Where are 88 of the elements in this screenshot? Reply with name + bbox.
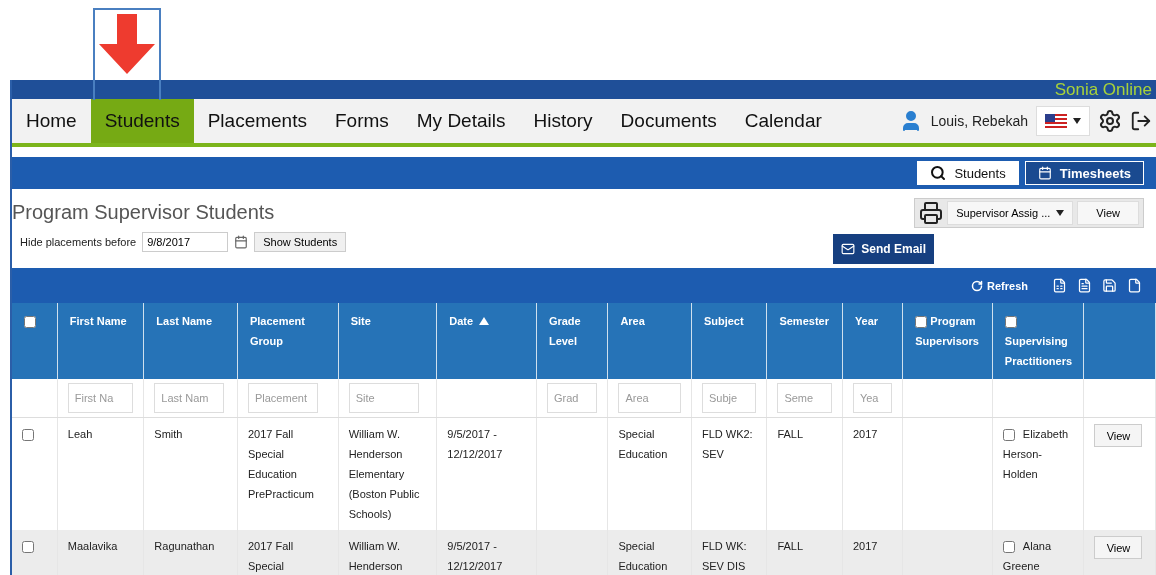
nav-tab[interactable]: Documents <box>606 99 731 143</box>
nav-tab[interactable]: Home <box>12 99 91 143</box>
printer-icon[interactable] <box>919 201 944 225</box>
column-filter-field[interactable]: Site <box>348 383 419 413</box>
column-filter-field[interactable]: Subje <box>701 383 757 413</box>
column-header[interactable]: Supervising Practitioners <box>992 303 1084 379</box>
table-cell: FLD WK2: SEV <box>701 428 753 460</box>
table-cell: 2017 <box>852 540 878 552</box>
column-header[interactable]: Date <box>436 303 537 379</box>
down-arrow-icon <box>97 14 157 74</box>
sort-ascending-icon <box>479 317 490 325</box>
table-cell: Maalavika <box>67 540 118 552</box>
column-header[interactable]: First Name <box>57 303 144 379</box>
nav-tab[interactable]: Forms <box>320 99 403 143</box>
nav-tab[interactable]: My Details <box>402 99 520 143</box>
table-cell: Leah <box>67 428 93 440</box>
column-header[interactable]: Year <box>842 303 903 379</box>
calendar-icon[interactable] <box>234 235 249 249</box>
table-cell: FALL <box>777 428 804 440</box>
select-all-checkbox[interactable] <box>24 316 36 329</box>
column-filter-field[interactable]: Grad <box>546 383 598 413</box>
user-name: Louis, Rebekah <box>930 113 1028 129</box>
filter-label: Hide placements before <box>20 236 137 248</box>
column-checkbox[interactable] <box>1004 316 1017 329</box>
column-header[interactable]: Semester <box>766 303 843 379</box>
language-dropdown[interactable] <box>1036 106 1090 136</box>
column-header[interactable]: Last Name <box>143 303 238 379</box>
logout-icon[interactable] <box>1130 110 1152 132</box>
mail-icon <box>841 242 856 256</box>
table-cell: 2017 <box>852 428 878 440</box>
refresh-icon <box>971 279 984 292</box>
date-field[interactable]: 9/8/2017 <box>142 232 229 252</box>
column-header[interactable]: Area <box>607 303 692 379</box>
table-cell: 2017 Fall Special <box>247 540 294 572</box>
column-filter-field[interactable]: Last Nam <box>154 383 225 413</box>
table-cell: 9/5/2017 - 12/12/2017 <box>447 540 503 572</box>
nav-tab[interactable]: History <box>519 99 607 143</box>
column-header[interactable]: Placement Group <box>237 303 339 379</box>
table-cell: Alana Greene <box>1002 540 1051 572</box>
practitioner-checkbox[interactable] <box>1002 429 1015 442</box>
settings-icon[interactable] <box>1098 109 1122 133</box>
flag-icon <box>1045 114 1067 128</box>
refresh-button[interactable]: Refresh <box>965 278 1034 293</box>
practitioner-checkbox[interactable] <box>1002 541 1015 554</box>
view-button[interactable]: View <box>1077 201 1139 225</box>
column-filter-field[interactable]: Area <box>618 383 681 413</box>
save-icon[interactable] <box>1102 278 1117 293</box>
calendar-icon <box>1037 166 1052 180</box>
table-cell: 2017 Fall Special Education PrePracticum <box>247 428 314 500</box>
mode-tab[interactable]: Timesheets <box>1024 161 1144 185</box>
send-email-button[interactable]: Send Email <box>833 234 934 264</box>
report-dropdown[interactable]: Supervisor Assig ... <box>947 201 1074 225</box>
view-button[interactable]: View <box>1094 536 1143 559</box>
table-cell: William W. Henderson <box>348 540 403 572</box>
table-cell: Ragunathan <box>154 540 215 552</box>
column-header[interactable]: Grade Level <box>536 303 608 379</box>
column-checkbox[interactable] <box>915 316 928 329</box>
table-cell: William W. Henderson Elementary (Boston Public Schools) <box>348 428 420 520</box>
mode-tab[interactable]: Students <box>917 161 1019 185</box>
table-cell: Elizabeth Herson-Holden <box>1002 428 1069 480</box>
search-icon <box>930 165 947 181</box>
caret-icon <box>1056 210 1065 216</box>
column-filter-field[interactable]: Placement <box>247 383 318 413</box>
column-filter-field[interactable]: First Na <box>67 383 134 413</box>
nav-tab[interactable]: Students <box>90 99 194 143</box>
column-filter-field[interactable]: Yea <box>852 383 893 413</box>
table-cell: 9/5/2017 - 12/12/2017 <box>447 428 503 460</box>
column-filter-field[interactable]: Seme <box>777 383 832 413</box>
caret-icon <box>1073 118 1081 124</box>
column-header[interactable]: Subject <box>691 303 767 379</box>
table-cell: Special Education <box>618 540 668 572</box>
view-button[interactable]: View <box>1094 424 1143 447</box>
table-cell: Special Education <box>618 428 668 460</box>
pdf-export-icon[interactable] <box>1077 278 1092 293</box>
nav-tab[interactable]: Calendar <box>730 99 836 143</box>
excel-export-icon[interactable] <box>1052 278 1067 293</box>
page-title: Program Supervisor Students <box>12 201 276 224</box>
table-cell: FLD WK: SEV DIS <box>701 540 747 572</box>
column-header[interactable]: Site <box>338 303 437 379</box>
logo: Sonia Online <box>1054 81 1152 98</box>
column-header[interactable]: Program Supervisors <box>902 303 993 379</box>
nav-tab[interactable]: Placements <box>193 99 321 143</box>
word-export-icon[interactable] <box>1127 278 1142 293</box>
row-checkbox[interactable] <box>22 541 34 554</box>
table-cell: FALL <box>777 540 804 552</box>
row-checkbox[interactable] <box>22 429 34 442</box>
table-cell: Smith <box>154 428 183 440</box>
show-students-button[interactable]: Show Students <box>254 232 347 252</box>
